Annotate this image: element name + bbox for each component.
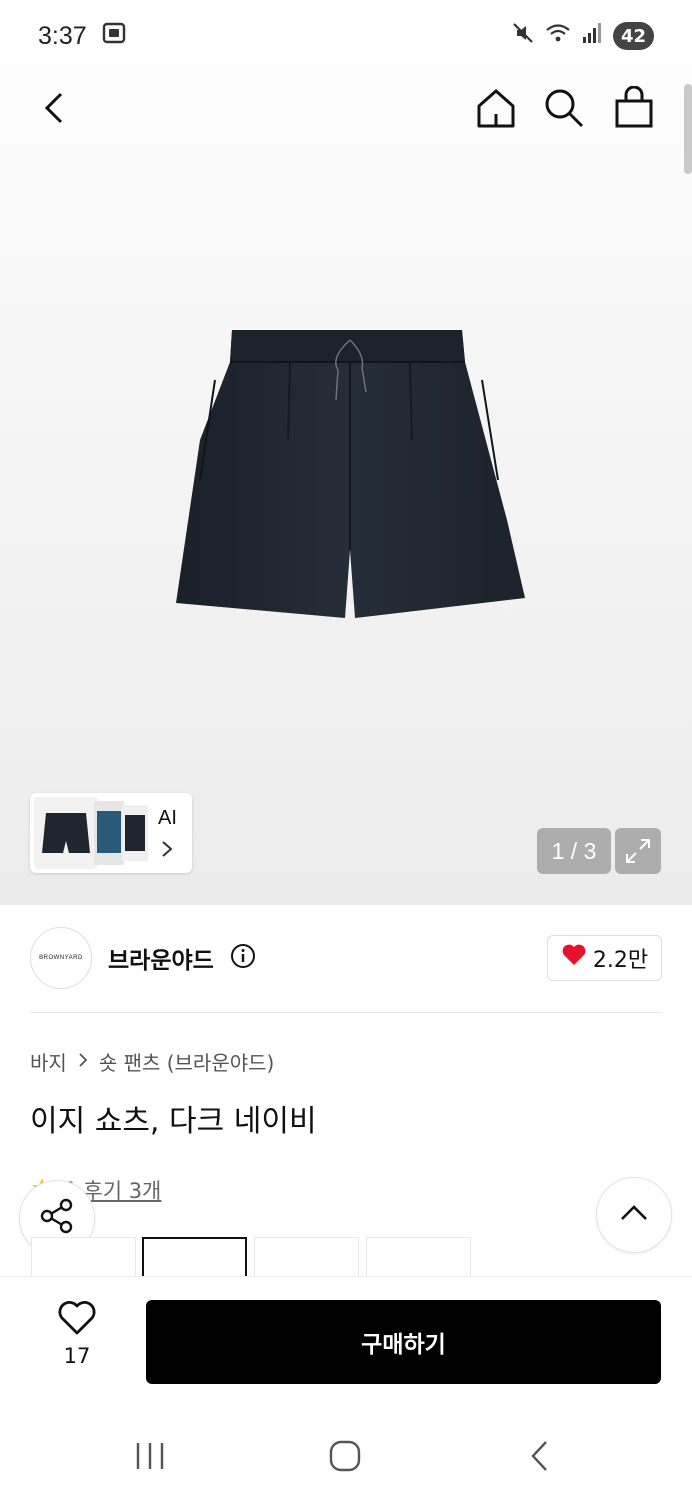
chevron-right-icon [77, 1050, 89, 1074]
heart-outline-icon [57, 1301, 97, 1340]
battery-indicator: 42 [612, 22, 654, 50]
product-title: 이지 쇼츠, 다크 네이비 [30, 1104, 317, 1139]
signal-icon [581, 21, 603, 51]
wifi-icon [545, 21, 571, 51]
status-time: 3:37 [38, 21, 87, 50]
scroll-top-button[interactable] [596, 1177, 672, 1253]
color-option-2[interactable] [142, 1237, 247, 1277]
status-bar: 3:37 42 [0, 0, 692, 72]
wishlist-count: 17 [63, 1344, 91, 1368]
scrollbar[interactable] [684, 84, 692, 174]
product-image [170, 320, 530, 630]
share-icon [37, 1196, 77, 1240]
system-navigation-bar [0, 1410, 692, 1500]
thumbnail-1[interactable] [34, 797, 98, 869]
info-icon[interactable] [230, 943, 256, 973]
back-icon[interactable] [26, 80, 82, 136]
breadcrumb-subcategory[interactable]: 숏 팬츠 (브라운야드) [99, 1047, 275, 1076]
back-nav-icon[interactable] [510, 1432, 570, 1480]
chevron-up-icon [619, 1203, 649, 1227]
brand-like-count: 2.2만 [592, 948, 649, 973]
brand-logo-text: BROWNYARD [39, 955, 83, 961]
thumbnail-3[interactable] [122, 805, 148, 861]
divider [30, 1012, 662, 1013]
heart-filled-icon [561, 943, 587, 973]
buy-button[interactable]: 구매하기 [146, 1300, 661, 1384]
brand-row: BROWNYARD 브라운야드 2.2만 [30, 925, 662, 995]
mute-icon [511, 21, 535, 51]
brand-like-button[interactable]: 2.2만 [547, 935, 662, 981]
ai-label[interactable]: AI [158, 807, 177, 830]
search-icon[interactable] [536, 80, 592, 136]
screenshot-icon [101, 21, 127, 51]
thumbnail-2[interactable] [94, 801, 124, 865]
home-icon[interactable] [468, 80, 524, 136]
thumbnail-strip[interactable]: AI [30, 793, 192, 873]
color-option-1[interactable] [31, 1237, 136, 1277]
brand-logo[interactable]: BROWNYARD [30, 927, 92, 989]
home-nav-icon[interactable] [315, 1432, 375, 1480]
recent-apps-icon[interactable] [120, 1432, 180, 1480]
breadcrumb-category[interactable]: 바지 [30, 1047, 67, 1076]
expand-icon[interactable] [615, 828, 661, 874]
breadcrumb: 바지 숏 팬츠 (브라운야드) [30, 1047, 274, 1076]
chevron-right-icon[interactable] [160, 839, 174, 863]
top-navigation [0, 72, 692, 146]
brand-name[interactable]: 브라운야드 [108, 941, 214, 975]
bag-icon[interactable] [606, 80, 662, 136]
color-option-4[interactable] [366, 1237, 471, 1277]
review-link[interactable]: 후기 3개 [83, 1175, 161, 1205]
wishlist-button[interactable]: 17 [47, 1300, 107, 1368]
color-option-3[interactable] [254, 1237, 359, 1277]
image-counter: 1 / 3 [537, 828, 611, 874]
